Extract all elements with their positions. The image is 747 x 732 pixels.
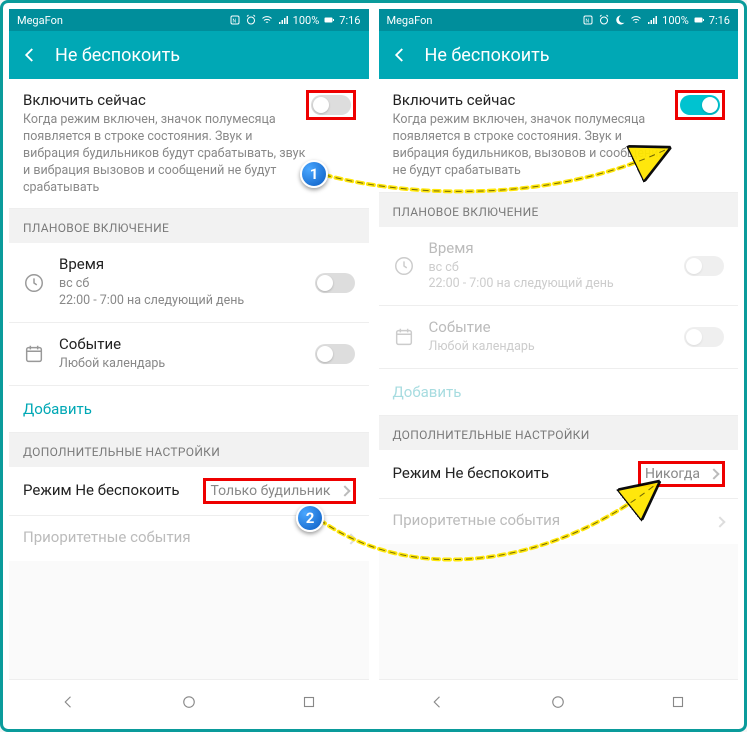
time-row[interactable]: Время вс сб 22:00 - 7:00 на следующий де…: [9, 243, 369, 323]
svg-text:N: N: [586, 19, 590, 25]
clock-icon: [23, 272, 45, 294]
dnd-mode-row[interactable]: Режим Не беспокоить Никогда: [379, 450, 739, 499]
wifi-icon: [261, 14, 273, 26]
enable-desc: Когда режим включен, значок полумесяца п…: [23, 112, 307, 196]
chevron-right-icon: [714, 516, 725, 527]
back-icon[interactable]: [391, 46, 409, 64]
nfc-icon: N: [582, 14, 594, 26]
phone-screen-right: MegaFon N 100% 7:16 Не беспокоить Включи: [379, 9, 739, 723]
back-icon[interactable]: [21, 46, 39, 64]
nav-recent-icon[interactable]: [669, 693, 687, 711]
enable-title: Включить сейчас: [23, 91, 307, 109]
nav-bar: [9, 679, 369, 723]
calendar-icon: [393, 326, 415, 348]
alarm-icon: [245, 14, 257, 26]
battery-label: 100%: [662, 14, 689, 27]
enable-now-row[interactable]: Включить сейчас Когда режим включен, зна…: [379, 79, 739, 193]
chevron-right-icon: [345, 533, 356, 544]
event-sub: Любой календарь: [59, 356, 315, 373]
svg-text:N: N: [232, 19, 236, 25]
status-bar: MegaFon N 100% 7:16: [9, 9, 369, 31]
event-row[interactable]: Событие Любой календарь: [9, 323, 369, 386]
dnd-mode-label: Режим Не беспокоить: [23, 481, 204, 499]
clock-icon: [393, 255, 415, 277]
event-title: Событие: [429, 318, 685, 336]
nav-home-icon[interactable]: [180, 693, 198, 711]
nav-bar: [379, 679, 739, 723]
chevron-right-icon: [708, 468, 719, 479]
battery-icon: [323, 14, 335, 26]
add-button: Добавить: [379, 369, 739, 416]
carrier-label: MegaFon: [387, 14, 433, 27]
time-toggle: [684, 256, 724, 276]
event-toggle[interactable]: [315, 344, 355, 364]
nav-recent-icon[interactable]: [300, 693, 318, 711]
time-label: 7:16: [709, 14, 730, 27]
annotation-marker-2: 2: [296, 504, 324, 532]
enable-title: Включить сейчас: [393, 91, 677, 109]
enable-now-row[interactable]: Включить сейчас Когда режим включен, зна…: [9, 79, 369, 209]
page-title: Не беспокоить: [55, 45, 180, 66]
enable-toggle[interactable]: [311, 95, 351, 115]
time-row: Время вс сб 22:00 - 7:00 на следующий де…: [379, 227, 739, 307]
time-sub-days: вс сб: [429, 260, 685, 277]
event-row: Событие Любой календарь: [379, 306, 739, 369]
chevron-right-icon: [339, 485, 350, 496]
priority-label: Приоритетные события: [23, 528, 341, 546]
phone-screen-left: MegaFon N 100% 7:16 Не беспокоить Включи…: [9, 9, 369, 723]
schedule-section-header: ПЛАНОВОЕ ВКЛЮЧЕНИЕ: [379, 193, 739, 227]
time-sub-range: 22:00 - 7:00 на следующий день: [59, 293, 315, 310]
time-label: 7:16: [339, 14, 360, 27]
enable-desc: Когда режим включен, значок полумесяца п…: [393, 112, 677, 180]
calendar-icon: [23, 343, 45, 365]
signal-icon: [277, 14, 289, 26]
app-header: Не беспокоить: [9, 31, 369, 79]
time-title: Время: [59, 255, 315, 273]
nfc-icon: N: [229, 14, 241, 26]
dnd-mode-value: Никогда: [645, 466, 704, 482]
dnd-mode-label: Режим Не беспокоить: [393, 464, 639, 482]
priority-label: Приоритетные события: [393, 511, 711, 529]
extra-section-header: ДОПОЛНИТЕЛЬНЫЕ НАСТРОЙКИ: [379, 416, 739, 450]
nav-back-icon[interactable]: [60, 693, 78, 711]
annotation-marker-1: 1: [300, 160, 328, 188]
time-title: Время: [429, 239, 685, 257]
alarm-icon: [598, 14, 610, 26]
event-sub: Любой календарь: [429, 339, 685, 356]
time-sub-days: вс сб: [59, 276, 315, 293]
event-title: Событие: [59, 335, 315, 353]
content-area: Включить сейчас Когда режим включен, зна…: [379, 79, 739, 679]
signal-icon: [646, 14, 658, 26]
dnd-mode-value: Только будильник: [210, 483, 334, 499]
time-sub-range: 22:00 - 7:00 на следующий день: [429, 276, 685, 293]
nav-back-icon[interactable]: [429, 693, 447, 711]
battery-icon: [693, 14, 705, 26]
status-bar: MegaFon N 100% 7:16: [379, 9, 739, 31]
add-button[interactable]: Добавить: [9, 386, 369, 433]
extra-section-header: ДОПОЛНИТЕЛЬНЫЕ НАСТРОЙКИ: [9, 433, 369, 467]
dnd-moon-icon: [614, 14, 626, 26]
battery-label: 100%: [293, 14, 320, 27]
enable-toggle[interactable]: [680, 95, 720, 115]
priority-row: Приоритетные события: [379, 499, 739, 544]
event-toggle: [684, 327, 724, 347]
wifi-icon: [630, 14, 642, 26]
page-title: Не беспокоить: [425, 45, 550, 66]
nav-home-icon[interactable]: [549, 693, 567, 711]
app-header: Не беспокоить: [379, 31, 739, 79]
carrier-label: MegaFon: [17, 14, 63, 27]
time-toggle[interactable]: [315, 273, 355, 293]
schedule-section-header: ПЛАНОВОЕ ВКЛЮЧЕНИЕ: [9, 209, 369, 243]
